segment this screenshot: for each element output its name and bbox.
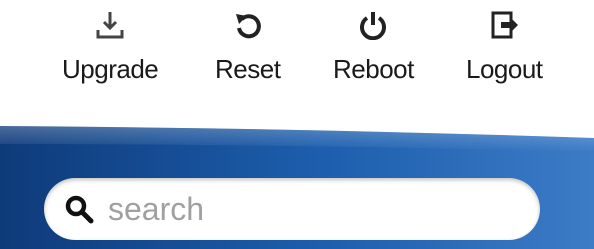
upgrade-label: Upgrade <box>62 54 159 84</box>
upgrade-button[interactable]: Upgrade <box>62 8 159 85</box>
toolbar: Upgrade Reset Reboot Logout <box>0 0 594 100</box>
reset-icon <box>231 8 265 42</box>
reset-label: Reset <box>215 54 281 84</box>
reboot-button[interactable]: Reboot <box>333 8 414 85</box>
power-icon <box>356 8 390 42</box>
search-icon <box>62 192 96 226</box>
reset-button[interactable]: Reset <box>215 8 281 85</box>
search-box[interactable] <box>44 178 540 240</box>
logout-button[interactable]: Logout <box>466 8 543 85</box>
upgrade-icon <box>93 8 127 42</box>
reboot-label: Reboot <box>333 54 414 84</box>
logout-label: Logout <box>466 54 543 84</box>
logout-icon <box>487 8 521 42</box>
search-input[interactable] <box>108 190 508 228</box>
